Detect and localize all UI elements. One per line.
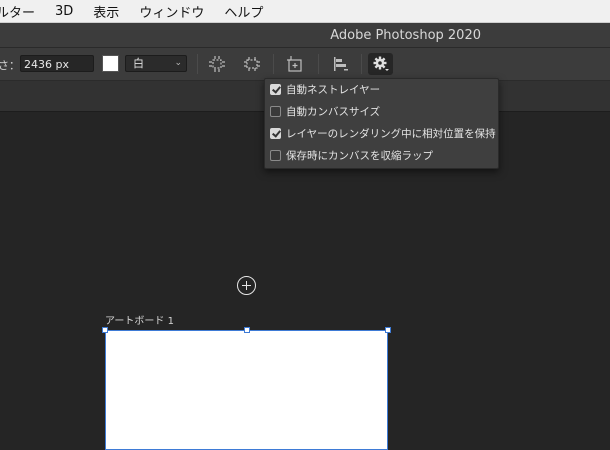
toolbar-divider (273, 54, 274, 74)
background-select-value: 白 (133, 57, 144, 70)
artboard-settings-menu: 自動ネストレイヤー 自動カンバスサイズ レイヤーのレンダリング中に相対位置を保持… (264, 78, 499, 169)
artboard-label[interactable]: アートボード 1 (105, 312, 174, 327)
window-title: Adobe Photoshop 2020 (330, 28, 481, 43)
menu-filter[interactable]: ルター (0, 2, 45, 21)
background-select[interactable]: 白 ⌄ (125, 55, 187, 72)
resize-handle-top-left[interactable] (102, 327, 108, 333)
artboard-to-selection-icon[interactable] (242, 54, 262, 74)
menu-window[interactable]: ウィンドウ (129, 2, 214, 21)
toolbar-divider (197, 54, 198, 74)
checkbox-shrink-wrap-on-save[interactable] (270, 150, 281, 161)
settings-button[interactable] (368, 53, 393, 75)
chevron-down-icon: ⌄ (174, 58, 182, 68)
menu-item-label: 自動カンバスサイズ (286, 106, 381, 118)
window-title-bar: Adobe Photoshop 2020 (0, 23, 610, 48)
menu-item-label: 自動ネストレイヤー (286, 84, 381, 96)
menu-help[interactable]: ヘルプ (214, 2, 273, 21)
checkbox-auto-nest-layers[interactable] (270, 84, 281, 95)
resize-handle-top-center[interactable] (244, 327, 250, 333)
size-input[interactable]: 2436 px (20, 55, 94, 72)
menu-item-auto-canvas-size[interactable]: 自動カンバスサイズ (265, 101, 498, 123)
menu-item-keep-relative-position[interactable]: レイヤーのレンダリング中に相対位置を保持 (265, 123, 498, 145)
menu-3d[interactable]: 3D (45, 4, 83, 19)
resize-handle-top-right[interactable] (385, 327, 391, 333)
menu-item-shrink-wrap-on-save[interactable]: 保存時にカンバスを収縮ラップ (265, 145, 498, 167)
add-artboard-plus-icon[interactable] (237, 276, 256, 295)
gear-icon (373, 56, 389, 71)
toolbar-divider (318, 54, 319, 74)
fill-color-swatch[interactable] (102, 55, 119, 72)
menu-bar: ルター 3D 表示 ウィンドウ ヘルプ (0, 0, 610, 23)
align-icon[interactable] (331, 54, 351, 74)
menu-item-label: 保存時にカンバスを収縮ラップ (286, 150, 433, 162)
menu-item-label: レイヤーのレンダリング中に相対位置を保持 (286, 128, 496, 140)
menu-item-auto-nest-layers[interactable]: 自動ネストレイヤー (265, 79, 498, 101)
checkbox-auto-canvas-size[interactable] (270, 106, 281, 117)
options-bar: さ： 2436 px 白 ⌄ (0, 48, 610, 81)
artboard-fit-icon[interactable] (207, 54, 227, 74)
toolbar-divider (361, 54, 362, 74)
add-artboard-icon[interactable] (285, 54, 305, 74)
checkbox-keep-relative-position[interactable] (270, 128, 281, 139)
artboard[interactable] (105, 330, 388, 450)
size-label: さ： (0, 59, 20, 72)
menu-view[interactable]: 表示 (83, 2, 129, 21)
